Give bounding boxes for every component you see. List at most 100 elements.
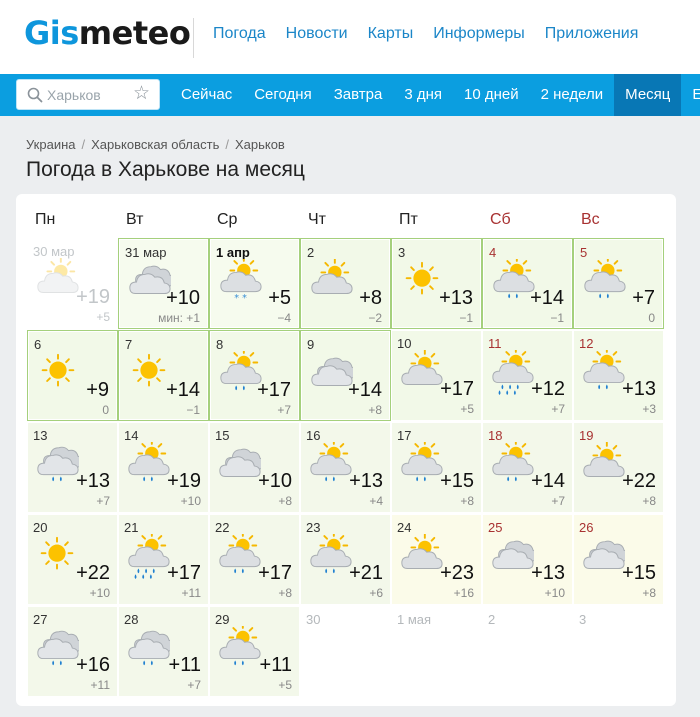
min-temp: +5: [96, 310, 110, 324]
day-cell[interactable]: 7 +14 −1: [118, 330, 209, 421]
day-cell[interactable]: 28 +11 +7: [118, 606, 209, 697]
min-temp: +3: [642, 402, 656, 416]
weekday-sat: Сб: [490, 211, 511, 228]
day-cell[interactable]: 15 +10 +8: [209, 422, 300, 513]
day-cell[interactable]: 22 +17 +8: [209, 514, 300, 605]
max-temp: +13: [531, 562, 565, 584]
min-temp: +16: [453, 586, 474, 600]
min-temp: +6: [369, 586, 383, 600]
day-cell[interactable]: 11 +12 +7: [482, 330, 573, 421]
day-number: 30: [306, 612, 321, 627]
max-temp: +5: [268, 287, 291, 309]
day-cell[interactable]: 20 +22 +10: [27, 514, 118, 605]
day-cell[interactable]: 5 +7 0: [573, 238, 664, 329]
day-cell[interactable]: 1 апр * * +5 −4: [209, 238, 300, 329]
max-temp: +10: [166, 287, 200, 309]
day-cell[interactable]: 26 +15 +8: [573, 514, 664, 605]
max-temp: +13: [76, 470, 110, 492]
sunny-icon: [40, 536, 74, 570]
nav-prilozheniya[interactable]: Приложения: [545, 25, 639, 43]
day-cell[interactable]: 29 +11 +5: [209, 606, 300, 697]
nav-karty[interactable]: Карты: [368, 25, 414, 43]
weekday-thu: Чт: [308, 211, 326, 228]
day-cell[interactable]: 16 +13 +4: [300, 422, 391, 513]
day-cell[interactable]: 12 +13 +3: [573, 330, 664, 421]
tab-3-days[interactable]: 3 дня: [393, 74, 453, 116]
max-temp: +19: [167, 470, 201, 492]
day-number: 2: [307, 245, 315, 260]
max-temp: +7: [632, 287, 655, 309]
cloudy-rain-icon: [128, 630, 170, 666]
day-number: 16: [306, 428, 321, 443]
partly-cloudy-rain-icon: [401, 442, 443, 482]
partly-cloudy-rain-icon: [493, 259, 535, 299]
day-cell: 3: [573, 606, 664, 697]
day-cell[interactable]: 24 +23 +16: [391, 514, 482, 605]
tab-tomorrow[interactable]: Завтра: [323, 74, 394, 116]
day-cell[interactable]: 30 мар +19 +5: [27, 238, 118, 329]
max-temp: +15: [440, 470, 474, 492]
day-cell[interactable]: 17 +15 +8: [391, 422, 482, 513]
day-cell[interactable]: 6 +9 0: [27, 330, 118, 421]
day-cell[interactable]: 18 +14 +7: [482, 422, 573, 513]
day-cell[interactable]: 19 +22 +8: [573, 422, 664, 513]
day-cell[interactable]: 2 +8 −2: [300, 238, 391, 329]
min-temp: +5: [460, 402, 474, 416]
day-cell[interactable]: 14 +19 +10: [118, 422, 209, 513]
day-cell: 1 мая: [391, 606, 482, 697]
breadcrumb-region[interactable]: Харьковская область: [91, 137, 219, 152]
day-number: 1 апр: [216, 245, 250, 260]
breadcrumb-city[interactable]: Харьков: [235, 137, 285, 152]
min-temp: +11: [90, 678, 110, 692]
min-temp: мин: +1: [158, 311, 200, 325]
tab-10-days[interactable]: 10 дней: [453, 74, 530, 116]
period-tabs: Сейчас Сегодня Завтра 3 дня 10 дней 2 не…: [170, 74, 700, 116]
day-number: 11: [488, 336, 502, 351]
max-temp: +14: [531, 470, 565, 492]
day-number: 27: [33, 612, 48, 627]
day-number: 21: [124, 520, 139, 535]
max-temp: +19: [76, 286, 110, 308]
partly-cloudy-rain-icon: [583, 350, 625, 390]
partly-cloudy-rain-icon: [219, 626, 261, 666]
nav-novosti[interactable]: Новости: [286, 25, 348, 43]
weekday-header: Пн Вт Ср Чт Пт Сб Вс: [27, 194, 665, 238]
day-cell[interactable]: 13 +13 +7: [27, 422, 118, 513]
tab-today[interactable]: Сегодня: [243, 74, 323, 116]
main-nav: Погода Новости Карты Информеры Приложени…: [213, 25, 638, 43]
day-number: 13: [33, 428, 48, 443]
nav-pogoda[interactable]: Погода: [213, 25, 266, 43]
day-cell[interactable]: 10 +17 +5: [391, 330, 482, 421]
min-temp: +7: [551, 402, 565, 416]
breadcrumb-country[interactable]: Украина: [26, 137, 76, 152]
cloudy-icon: [311, 357, 353, 386]
gismeteo-logo[interactable]: Gismeteo: [24, 14, 191, 52]
cloudy-rain-icon: [37, 446, 79, 482]
day-number: 2: [488, 612, 496, 627]
day-number: 3: [398, 245, 406, 260]
search-input[interactable]: [47, 85, 137, 105]
city-search: ☆: [16, 79, 160, 110]
day-cell[interactable]: 25 +13 +10: [482, 514, 573, 605]
day-cell[interactable]: 21 +17 +11: [118, 514, 209, 605]
day-cell[interactable]: 9 +14 +8: [300, 330, 391, 421]
tab-more[interactable]: Ещё: [681, 74, 700, 116]
partly-cloudy-icon: [401, 534, 443, 569]
day-cell[interactable]: 23 +21 +6: [300, 514, 391, 605]
tab-month[interactable]: Месяц: [614, 74, 682, 116]
day-cell[interactable]: 31 мар +10 мин: +1: [118, 238, 209, 329]
tab-2-weeks[interactable]: 2 недели: [530, 74, 615, 116]
day-cell[interactable]: 27 +16 +11: [27, 606, 118, 697]
star-icon[interactable]: ☆: [133, 84, 150, 104]
min-temp: +10: [89, 586, 110, 600]
nav-informery[interactable]: Информеры: [433, 25, 525, 43]
max-temp: +14: [166, 379, 200, 401]
day-cell[interactable]: 8 +17 +7: [209, 330, 300, 421]
day-cell[interactable]: 3 +13 −1: [391, 238, 482, 329]
tab-now[interactable]: Сейчас: [170, 74, 243, 116]
day-number: 23: [306, 520, 321, 535]
day-cell[interactable]: 4 +14 −1: [482, 238, 573, 329]
min-temp: −2: [368, 311, 382, 325]
partly-cloudy-icon: [401, 350, 443, 385]
max-temp: +17: [440, 378, 474, 400]
